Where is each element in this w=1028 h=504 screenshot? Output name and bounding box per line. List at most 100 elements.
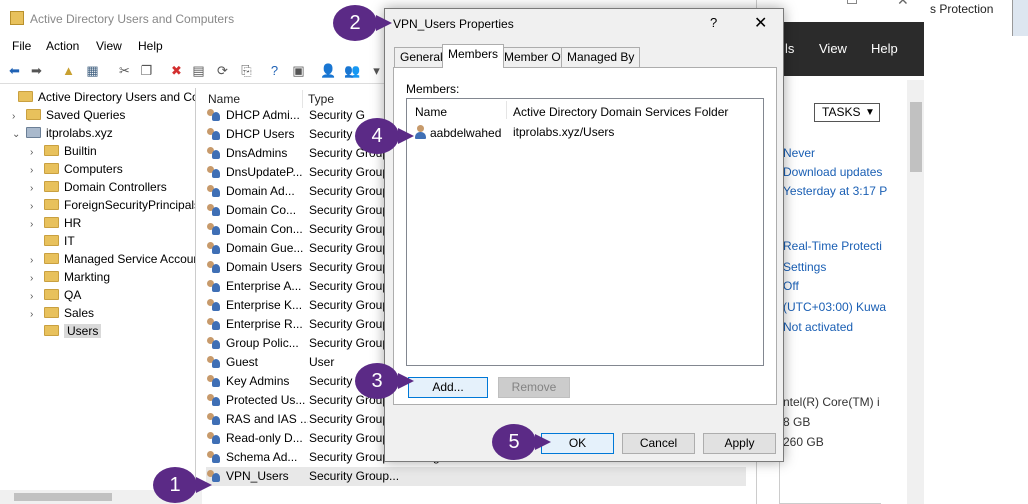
tree-item[interactable]: ⌄ itprolabs.xyz [12,124,113,142]
members-header-name[interactable]: Name [415,105,447,119]
group-icon [206,260,222,274]
copy-icon[interactable]: ❐ [138,62,155,79]
delete-icon[interactable]: ✖ [168,62,185,79]
row-type: Security Group [309,336,390,350]
property-link[interactable]: Never [783,146,815,160]
folder-icon [44,289,59,300]
remove-button[interactable]: Remove [498,377,570,398]
tree-item[interactable]: Active Directory Users and Com [4,88,195,106]
tree-item[interactable]: Users [30,322,102,340]
step-callout-2: 2 [333,5,377,41]
close-icon[interactable]: ✕ [897,0,909,9]
tree-item[interactable]: › Builtin [30,142,97,160]
tree-item[interactable]: › Computers [30,160,123,178]
row-name: DHCP Users [226,127,295,141]
row-type: Security Group [309,260,390,274]
cut-icon[interactable]: ✂ [116,62,133,79]
menu-view[interactable]: View [96,39,122,53]
tab-member-of[interactable]: Member Of [498,47,571,67]
new-user-icon[interactable]: 👤 [320,62,337,79]
group-icon [206,336,222,350]
members-header-folder[interactable]: Active Directory Domain Services Folder [513,105,728,119]
tree-item[interactable]: › HR [30,214,81,232]
export-icon[interactable]: ⎘ [238,62,255,79]
tab-general[interactable]: General [394,47,449,67]
callout-pointer [398,128,414,144]
vertical-scrollbar[interactable] [907,80,925,504]
tree-item[interactable]: › Managed Service Accoun [30,250,196,268]
tree-item[interactable]: IT [30,232,75,250]
property-link[interactable]: (UTC+03:00) Kuwa [783,300,886,314]
tree-item-label: Computers [64,162,123,176]
menu-file[interactable]: File [12,39,31,53]
user-icon [206,355,222,369]
step-callout-3: 3 [355,363,399,399]
menu-help[interactable]: Help [138,39,163,53]
folder-icon [44,217,59,228]
tab-members[interactable]: Members [442,44,505,68]
tree-item-label: QA [64,288,82,302]
group-icon [206,298,222,312]
tree-item[interactable]: › Sales [30,304,94,322]
column-header-type[interactable]: Type [308,92,334,106]
folder-icon [44,181,59,192]
property-link[interactable]: Settings [783,260,826,274]
tree-item-label: Markting [64,270,111,284]
menu-tools[interactable]: ls [785,41,794,56]
member-name: aabdelwahed [430,126,502,140]
cancel-button[interactable]: Cancel [622,433,695,454]
chevron-down-icon[interactable]: ⌄ [12,126,24,144]
tasks-dropdown[interactable]: TASKS ▼ [814,103,880,122]
members-list[interactable]: Name Active Directory Domain Services Fo… [406,98,764,366]
group-icon [206,184,222,198]
app-icon [10,11,24,25]
property-link[interactable]: Off [783,279,799,293]
column-divider[interactable] [506,101,507,119]
window-control-icon[interactable] [847,0,857,4]
property-link[interactable]: Not activated [783,320,853,334]
menu-help[interactable]: Help [871,41,898,56]
properties-icon[interactable]: ▤ [190,62,207,79]
tree-item-label: Managed Service Accoun [64,252,196,266]
folder-icon [44,235,59,246]
refresh-icon[interactable]: ⟳ [214,62,231,79]
member-row[interactable]: aabdelwahed [415,125,501,140]
forward-icon[interactable]: ➡ [28,62,45,79]
tree-item[interactable]: › Saved Queries [12,106,125,124]
new-group-icon[interactable]: 👥 [344,62,361,79]
filter-icon[interactable]: ▾ [368,62,385,79]
row-name: Group Polic... [226,336,299,350]
menu-view[interactable]: View [819,41,847,56]
tree-item[interactable]: › Markting [30,268,110,286]
callout-pointer [376,15,392,31]
callout-pointer [196,477,212,493]
tree-item-label: itprolabs.xyz [46,126,113,140]
ok-button[interactable]: OK [541,433,614,454]
help-button[interactable]: ? [710,15,717,30]
help-icon[interactable]: ? [266,62,283,79]
close-button[interactable]: ✕ [754,13,767,33]
row-name: Domain Users [226,260,303,274]
tree-item[interactable]: › ForeignSecurityPrincipals [30,196,195,214]
property-link[interactable]: Real-Time Protecti [783,239,882,253]
apply-button[interactable]: Apply [703,433,776,454]
table-row[interactable]: VPN_Users Security Group... [206,467,746,486]
menu-action[interactable]: Action [46,39,79,53]
console-icon[interactable]: ▣ [290,62,307,79]
callout-pointer [535,434,551,450]
tree-item[interactable]: › QA [30,286,81,304]
property-link[interactable]: Download updates [783,165,882,179]
add-button[interactable]: Add... [408,377,488,398]
row-type: Security Group [309,241,390,255]
window-edge-block [1012,0,1028,36]
up-folder-icon[interactable]: ▲ [60,62,77,79]
row-name: Domain Co... [226,203,297,217]
property-link[interactable]: Yesterday at 3:17 P [783,184,887,198]
row-name: Guest [226,355,259,369]
column-header-name[interactable]: Name [208,92,240,106]
dialog-title: VPN_Users Properties [393,17,514,31]
tree-item[interactable]: › Domain Controllers [30,178,167,196]
show-hide-tree-icon[interactable]: ▦ [84,62,101,79]
tab-managed-by[interactable]: Managed By [561,47,641,67]
back-icon[interactable]: ⬅ [6,62,23,79]
